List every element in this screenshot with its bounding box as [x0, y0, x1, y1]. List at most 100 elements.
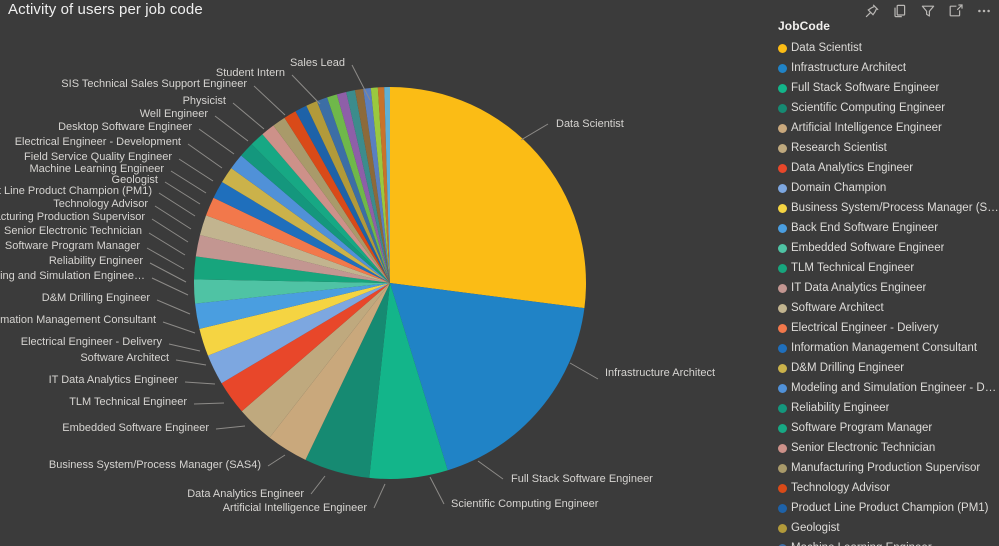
- legend-item-label: Artificial Intelligence Engineer: [791, 122, 942, 134]
- legend-color-swatch: [778, 363, 787, 373]
- legend-item-label: Senior Electronic Technician: [791, 442, 936, 454]
- slice-label: Reliability Engineer: [49, 255, 143, 267]
- legend-color-swatch: [778, 183, 787, 193]
- pie-slices[interactable]: [193, 86, 586, 480]
- legend-item[interactable]: TLM Technical Engineer: [772, 258, 999, 278]
- legend-item-label: Full Stack Software Engineer: [791, 82, 940, 94]
- legend-item[interactable]: Full Stack Software Engineer: [772, 78, 999, 98]
- legend-item-label: Geologist: [791, 522, 840, 534]
- slice-label: Electrical Engineer - Development: [15, 136, 181, 148]
- legend-item-label: Embedded Software Engineer: [791, 242, 945, 254]
- leader-line: [193, 402, 225, 405]
- leader-line: [267, 454, 286, 467]
- legend-item-label: Software Architect: [791, 302, 884, 314]
- slice-label: Desktop Software Engineer: [58, 121, 192, 133]
- legend-item-label: Technology Advisor: [791, 482, 891, 494]
- legend-item-label: Information Management Consultant: [791, 342, 978, 354]
- slice-label: Product Line Product Champion (PM1): [0, 185, 152, 197]
- legend-item[interactable]: Modeling and Simulation Engineer - Devel: [772, 378, 999, 398]
- leader-line: [162, 321, 196, 334]
- legend-item[interactable]: Business System/Process Manager (SAS4): [772, 198, 999, 218]
- slice-label: Technology Advisor: [53, 198, 148, 210]
- legend-item-label: Product Line Product Champion (PM1): [791, 502, 989, 514]
- slice-label: Field Service Quality Engineer: [24, 151, 172, 163]
- leader-line: [170, 170, 207, 194]
- slice-label: D&M Drilling Engineer: [42, 292, 151, 304]
- slice-label: Data Analytics Engineer: [187, 488, 304, 500]
- slice-label: IT Data Analytics Engineer: [49, 374, 179, 386]
- slice-label: Information Management Consultant: [0, 314, 156, 326]
- legend-color-swatch: [778, 523, 787, 533]
- legend-item-label: Research Scientist: [791, 142, 887, 154]
- leader-line: [253, 85, 286, 116]
- legend-item-label: Data Analytics Engineer: [791, 162, 914, 174]
- legend-item[interactable]: Data Analytics Engineer: [772, 158, 999, 178]
- legend-item[interactable]: Machine Learning Engineer: [772, 538, 999, 546]
- slice-label: Business System/Process Manager (SAS4): [49, 459, 261, 471]
- legend-item[interactable]: Reliability Engineer: [772, 398, 999, 418]
- slice-label: Geologist: [112, 174, 158, 186]
- legend-item[interactable]: Embedded Software Engineer: [772, 238, 999, 258]
- leader-line: [156, 299, 191, 315]
- slice-label: Electrical Engineer - Delivery: [21, 336, 163, 348]
- legend-color-swatch: [778, 83, 787, 93]
- slice-label: TLM Technical Engineer: [69, 396, 187, 408]
- legend-item[interactable]: Senior Electronic Technician: [772, 438, 999, 458]
- leader-line: [429, 476, 445, 505]
- leader-line: [215, 425, 246, 430]
- legend-color-swatch: [778, 383, 787, 393]
- legend-item-label: Reliability Engineer: [791, 402, 890, 414]
- leader-line: [520, 123, 549, 141]
- legend-color-swatch: [778, 63, 787, 73]
- legend-item[interactable]: Technology Advisor: [772, 478, 999, 498]
- legend-item[interactable]: Research Scientist: [772, 138, 999, 158]
- legend-item-label: Business System/Process Manager (SAS4): [791, 202, 999, 214]
- legend-item[interactable]: Manufacturing Production Supervisor: [772, 458, 999, 478]
- legend-item-label: Data Scientist: [791, 42, 862, 54]
- slice-label: Modeling and Simulation Enginee…: [0, 270, 145, 282]
- legend-item[interactable]: Infrastructure Architect: [772, 58, 999, 78]
- legend-item-label: Scientific Computing Engineer: [791, 102, 946, 114]
- legend-item[interactable]: Domain Champion: [772, 178, 999, 198]
- legend-color-swatch: [778, 223, 787, 233]
- legend-item[interactable]: D&M Drilling Engineer: [772, 358, 999, 378]
- legend-item[interactable]: Geologist: [772, 518, 999, 538]
- slice-label: Embedded Software Engineer: [62, 422, 209, 434]
- legend-item[interactable]: Scientific Computing Engineer: [772, 98, 999, 118]
- legend-item[interactable]: Data Scientist: [772, 38, 999, 58]
- leader-line: [187, 143, 223, 169]
- legend-color-swatch: [778, 403, 787, 413]
- leader-line: [373, 483, 386, 509]
- legend-item[interactable]: IT Data Analytics Engineer: [772, 278, 999, 298]
- legend-item[interactable]: Information Management Consultant: [772, 338, 999, 358]
- slice-label: Scientific Computing Engineer: [451, 498, 599, 510]
- legend-item[interactable]: Software Program Manager: [772, 418, 999, 438]
- legend-item[interactable]: Software Architect: [772, 298, 999, 318]
- slice-label: Full Stack Software Engineer: [511, 473, 653, 485]
- legend-color-swatch: [778, 323, 787, 333]
- leader-line: [291, 74, 321, 105]
- legend-title: JobCode: [778, 19, 831, 33]
- legend-item[interactable]: Back End Software Engineer: [772, 218, 999, 238]
- legend-color-swatch: [778, 303, 787, 313]
- leader-line: [232, 102, 265, 130]
- legend-list[interactable]: Data Scientist Infrastructure Architect Fu…: [772, 38, 999, 546]
- slice-label: SIS Technical Sales Support Engineer: [61, 78, 247, 90]
- legend-item[interactable]: Electrical Engineer - Delivery: [772, 318, 999, 338]
- legend-color-swatch: [778, 103, 787, 113]
- leader-line: [198, 128, 235, 155]
- legend-item-label: Manufacturing Production Supervisor: [791, 462, 981, 474]
- legend-item-label: Modeling and Simulation Engineer - Devel: [791, 382, 999, 394]
- slice-label: Student Intern: [216, 67, 285, 79]
- legend-color-swatch: [778, 43, 787, 53]
- slice-label: Senior Electronic Technician: [4, 225, 142, 237]
- leader-line: [184, 381, 216, 385]
- slice-label: Artificial Intelligence Engineer: [223, 502, 368, 514]
- legend-color-swatch: [778, 483, 787, 493]
- pie-chart[interactable]: Data Scientist Infrastructure Architect Fu…: [0, 18, 770, 546]
- slice-label: Software Architect: [80, 352, 169, 364]
- leader-line: [175, 359, 207, 366]
- legend[interactable]: JobCode Data Scientist Infrastructure Arc…: [772, 18, 999, 546]
- legend-item[interactable]: Artificial Intelligence Engineer: [772, 118, 999, 138]
- legend-item[interactable]: Product Line Product Champion (PM1): [772, 498, 999, 518]
